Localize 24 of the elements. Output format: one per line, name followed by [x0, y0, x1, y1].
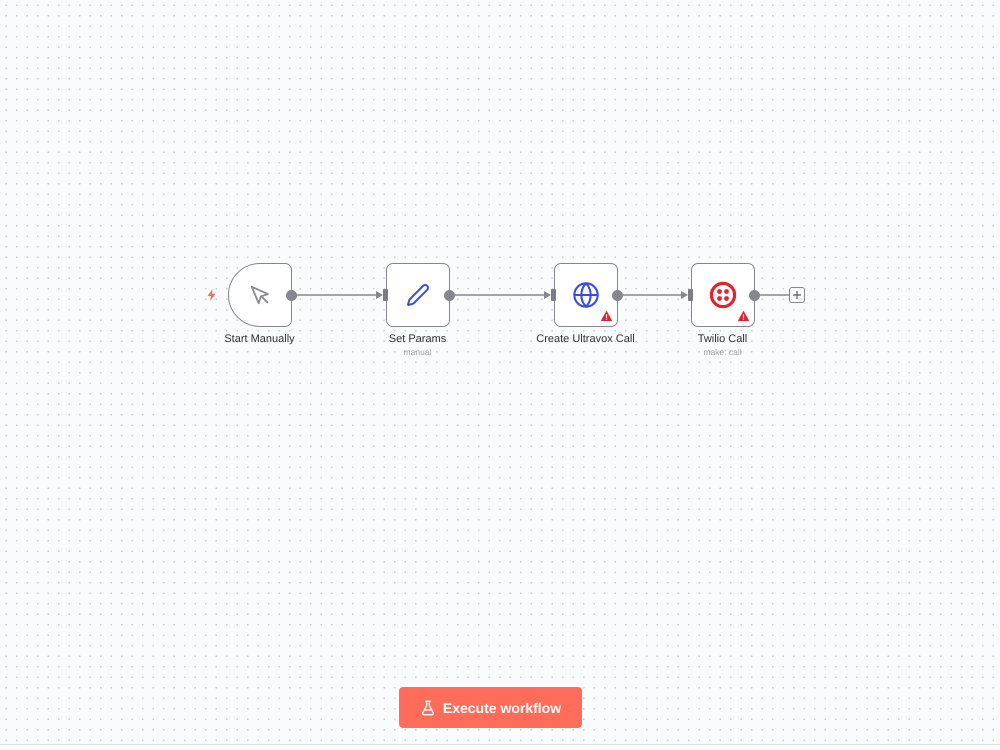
workflow-node[interactable]: [228, 263, 292, 327]
flask-icon: [420, 700, 436, 716]
node-subtitle: make: call: [703, 347, 742, 358]
plus-icon: [793, 291, 801, 299]
connector-line: [759, 294, 789, 296]
node-label: Twilio Call: [698, 332, 748, 346]
workflow-node[interactable]: [554, 263, 618, 327]
add-node-button[interactable]: [789, 287, 805, 303]
input-handle[interactable]: [688, 289, 693, 301]
cursor-icon: [248, 284, 270, 306]
input-handle[interactable]: [383, 289, 388, 301]
dots-circle-icon: [708, 281, 736, 309]
workflow-node[interactable]: [386, 263, 450, 327]
node-label: Create Ultravox Call: [536, 332, 635, 346]
node-subtitle: manual: [404, 347, 432, 358]
pen-icon: [406, 283, 430, 307]
workflow-node[interactable]: [690, 263, 754, 327]
execute-workflow-button[interactable]: Execute workflow: [399, 687, 582, 728]
node-label: Set Params: [388, 332, 446, 346]
input-handle[interactable]: [551, 289, 556, 301]
node-label: Start Manually: [224, 332, 295, 346]
lightning-icon: [207, 289, 216, 301]
connection-arrow: [622, 291, 688, 299]
globe-icon: [572, 281, 600, 309]
